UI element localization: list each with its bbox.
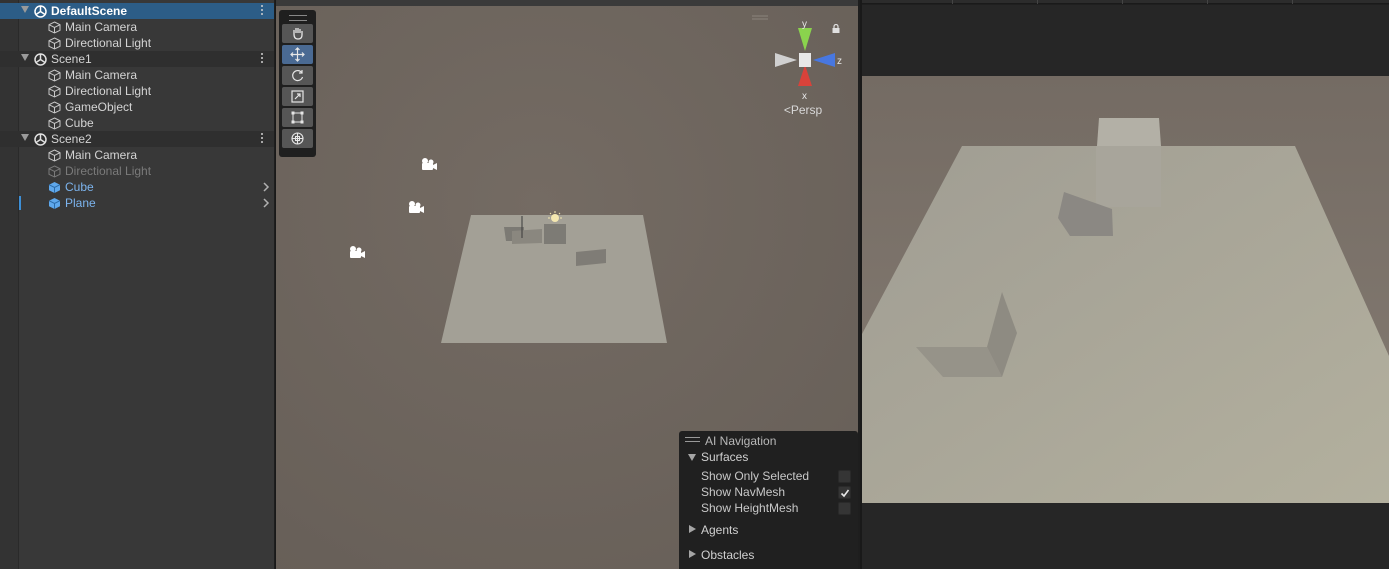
- surfaces-foldout[interactable]: Surfaces: [679, 449, 858, 465]
- fold-arrow-icon[interactable]: [21, 54, 29, 61]
- hierarchy-item-label: Directional Light: [65, 36, 152, 50]
- agents-foldout[interactable]: Agents: [679, 522, 858, 538]
- show-only-selected-option: Show Only Selected: [679, 468, 858, 484]
- agents-label: Agents: [701, 523, 739, 537]
- fold-arrow-icon[interactable]: [21, 6, 29, 13]
- option-label: Show Only Selected: [701, 469, 810, 483]
- foldout-collapsed-icon: [689, 525, 696, 533]
- hierarchy-item-label: Cube: [65, 116, 94, 130]
- show-heightmesh-option: Show HeightMesh: [679, 500, 858, 516]
- hierarchy-item-plane-prefab[interactable]: Plane: [0, 195, 274, 211]
- gizmo-z-label: z: [837, 56, 842, 67]
- drag-handle-icon[interactable]: [685, 437, 700, 442]
- scene-row-scene1[interactable]: Scene1: [0, 51, 274, 67]
- hierarchy-item-main-camera[interactable]: Main Camera: [0, 19, 274, 35]
- hierarchy-item-cube-prefab[interactable]: Cube: [0, 179, 274, 195]
- show-heightmesh-checkbox[interactable]: [838, 502, 851, 515]
- obstacles-foldout[interactable]: Obstacles: [679, 547, 858, 563]
- rotate-tool-button[interactable]: [282, 66, 313, 85]
- gameobject-icon: [48, 21, 61, 34]
- scale-tool-button[interactable]: [282, 87, 313, 106]
- show-navmesh-option: Show NavMesh: [679, 484, 858, 500]
- chevron-right-icon[interactable]: [262, 182, 270, 192]
- scene-label: DefaultScene: [51, 4, 128, 18]
- hierarchy-item-label: Cube: [65, 180, 94, 194]
- move-tool-button[interactable]: [282, 45, 313, 64]
- gameobject-icon: [48, 69, 61, 82]
- gameobject-icon: [48, 165, 61, 178]
- game-toolbar-strip: [862, 0, 1389, 4]
- transform-icon: [291, 132, 304, 145]
- foldout-collapsed-icon: [689, 550, 696, 558]
- checkmark-icon: [840, 489, 850, 498]
- orientation-gizmo[interactable]: y z x <Persp: [773, 18, 843, 123]
- gameobject-icon: [48, 85, 61, 98]
- scene-row-scene2[interactable]: Scene2: [0, 131, 274, 147]
- scene-menu-icon[interactable]: [260, 5, 264, 17]
- game-view[interactable]: [862, 0, 1389, 569]
- prefab-override-marker: [19, 196, 21, 210]
- rect-tool-button[interactable]: [282, 108, 313, 127]
- gameobject-icon: [48, 37, 61, 50]
- unity-scene-icon: [34, 133, 47, 146]
- gameobject-icon: [48, 117, 61, 130]
- perspective-icon: <: [783, 103, 791, 117]
- rotate-icon: [292, 69, 304, 82]
- move-arrows-icon: [290, 47, 305, 62]
- surfaces-label: Surfaces: [701, 450, 749, 464]
- chevron-right-icon[interactable]: [262, 198, 270, 208]
- hierarchy-item-label: Directional Light: [65, 84, 152, 98]
- option-label: Show NavMesh: [701, 485, 786, 499]
- fold-arrow-icon[interactable]: [21, 134, 29, 141]
- hierarchy-item-directional-light[interactable]: Directional Light: [0, 35, 274, 51]
- projection-label: Persp: [790, 103, 823, 117]
- scale-icon: [291, 90, 304, 103]
- transform-tool-button[interactable]: [282, 129, 313, 148]
- gameobject-icon: [48, 149, 61, 162]
- unity-scene-icon: [34, 5, 47, 18]
- overlay-title: AI Navigation: [705, 434, 777, 448]
- hierarchy-item-label: GameObject: [65, 100, 133, 114]
- hierarchy-item-cube[interactable]: Cube: [0, 115, 274, 131]
- hierarchy-item-directional-light[interactable]: Directional Light: [0, 83, 274, 99]
- scene-label: Scene1: [51, 52, 92, 66]
- obstacles-label: Obstacles: [701, 548, 755, 562]
- prefab-icon: [48, 182, 61, 193]
- tool-palette: [279, 10, 316, 157]
- drag-handle-icon[interactable]: [288, 15, 307, 21]
- scene-menu-icon[interactable]: [260, 53, 264, 65]
- gizmo-y-label: y: [802, 19, 807, 30]
- gameobject-icon: [48, 101, 61, 114]
- scene-label: Scene2: [51, 132, 92, 146]
- game-letterbox-top: [862, 5, 1389, 76]
- hierarchy-panel: DefaultScene Main Camera Directional Lig…: [0, 0, 275, 569]
- game-render[interactable]: [862, 76, 1389, 503]
- hierarchy-item-label: Main Camera: [65, 68, 138, 82]
- hierarchy-item-label: Main Camera: [65, 20, 138, 34]
- hierarchy-item-label: Plane: [65, 196, 96, 210]
- hierarchy-item-label: Main Camera: [65, 148, 138, 162]
- ai-navigation-overlay: AI Navigation Surfaces Show Only Selecte…: [679, 431, 858, 569]
- scene-menu-icon[interactable]: [260, 133, 264, 145]
- hand-icon: [293, 28, 303, 40]
- hierarchy-item-label: Directional Light: [65, 164, 152, 178]
- show-only-selected-checkbox[interactable]: [838, 470, 851, 483]
- hierarchy-item-gameobject[interactable]: GameObject: [0, 99, 274, 115]
- unity-scene-icon: [34, 53, 47, 66]
- hierarchy-item-main-camera[interactable]: Main Camera: [0, 147, 274, 163]
- gizmo-x-label: x: [802, 91, 807, 102]
- game-letterbox-bottom: [862, 503, 1389, 569]
- lock-icon[interactable]: [832, 24, 840, 33]
- projection-toggle[interactable]: <Persp: [773, 103, 833, 117]
- foldout-expanded-icon: [688, 454, 696, 461]
- show-navmesh-checkbox[interactable]: [838, 486, 851, 499]
- option-label: Show HeightMesh: [701, 501, 799, 515]
- hierarchy-item-directional-light-disabled[interactable]: Directional Light: [0, 163, 274, 179]
- rect-transform-icon: [291, 111, 304, 124]
- scene-row-defaultscene[interactable]: DefaultScene: [0, 3, 274, 19]
- hand-tool-button[interactable]: [282, 24, 313, 43]
- prefab-icon: [48, 198, 61, 209]
- hierarchy-item-main-camera[interactable]: Main Camera: [0, 67, 274, 83]
